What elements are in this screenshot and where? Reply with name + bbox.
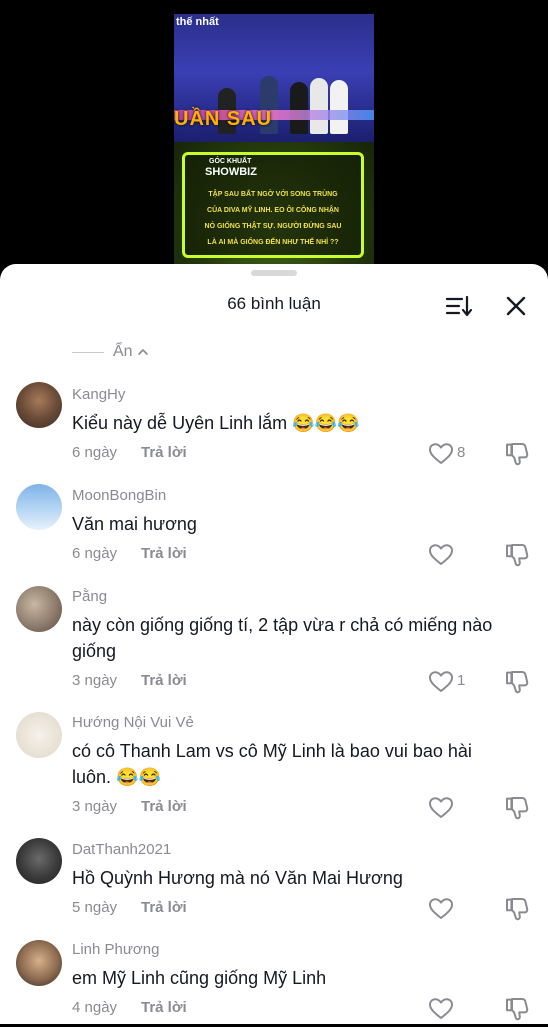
comment-text: em Mỹ Linh cũng giống Mỹ Linh (72, 968, 327, 988)
sort-icon (445, 295, 473, 317)
comment-date: 5 ngày (72, 899, 118, 916)
reply-button[interactable]: Trả lời (141, 672, 187, 689)
overlay-big-title: SHOWBIZ (205, 166, 257, 178)
heart-icon[interactable] (428, 442, 454, 466)
video-stage-scene: thế nhất UẦN SAU (174, 14, 374, 142)
like-count: 1 (457, 672, 466, 689)
comment-text: này còn giống giống tí, 2 tập vừa r chả … (72, 615, 493, 661)
sort-button[interactable] (445, 294, 473, 318)
person-figure (310, 78, 328, 134)
person-figure (290, 82, 308, 134)
avatar[interactable] (16, 838, 62, 884)
heart-icon[interactable] (428, 796, 454, 820)
dislike-icon[interactable] (504, 441, 530, 467)
reply-button[interactable]: Trả lời (141, 545, 187, 562)
close-button[interactable] (504, 294, 528, 318)
comment-username[interactable]: DatThanh2021 (72, 841, 171, 858)
comment-username[interactable]: MoonBongBin (72, 487, 166, 504)
video-big-caption: UẦN SAU (174, 108, 273, 130)
video-top-caption: thế nhất (176, 16, 219, 28)
divider (72, 351, 104, 353)
video-overlay-panel: GÓC KHUẤT SHOWBIZ TẬP SAU BẤT NGỜ VỚI SO… (174, 142, 374, 280)
overlay-line: TẬP SAU BẤT NGỜ VỚI SONG TRÙNG (208, 191, 338, 198)
dislike-icon[interactable] (504, 542, 530, 568)
reply-button[interactable]: Trả lời (141, 999, 187, 1016)
heart-icon[interactable] (428, 543, 454, 567)
heart-icon[interactable] (428, 670, 454, 694)
like-count: 8 (457, 444, 466, 461)
comment-text: Văn mai hương (72, 514, 197, 534)
comment-date: 4 ngày (72, 999, 118, 1016)
avatar[interactable] (16, 382, 62, 428)
dislike-icon[interactable] (504, 896, 530, 922)
overlay-line: NÓ GIỐNG THẬT SỰ. NGƯỜI ĐỨNG SAU (204, 223, 342, 230)
reply-button[interactable]: Trả lời (141, 899, 187, 916)
comment-date: 6 ngày (72, 545, 118, 562)
reply-button[interactable]: Trả lời (141, 798, 187, 815)
avatar[interactable] (16, 940, 62, 986)
comment-username[interactable]: Hướng Nội Vui Vẻ (72, 714, 194, 731)
avatar[interactable] (16, 586, 62, 632)
overlay-box: GÓC KHUẤT SHOWBIZ TẬP SAU BẤT NGỜ VỚI SO… (182, 152, 364, 258)
comment-text: có cô Thanh Lam vs cô Mỹ Linh là bao vui… (72, 741, 472, 787)
avatar[interactable] (16, 484, 62, 530)
comment-text: Kiểu này dễ Uyên Linh lắm 😂😂😂 (72, 413, 360, 433)
video-frame: thế nhất UẦN SAU GÓC KHUẤT SHOWBIZ TẬP S… (174, 14, 374, 280)
comment-username[interactable]: Linh Phương (72, 941, 159, 958)
reply-button[interactable]: Trả lời (141, 444, 187, 461)
close-icon (506, 296, 526, 316)
dislike-icon[interactable] (504, 669, 530, 695)
drag-handle[interactable] (251, 270, 297, 276)
hide-label: Ẩn (113, 343, 133, 360)
dislike-icon[interactable] (504, 996, 530, 1022)
heart-icon[interactable] (428, 897, 454, 921)
overlay-line: CỦA DIVA MỸ LINH. EO ÔI CÔNG NHẬN (207, 207, 339, 214)
avatar[interactable] (16, 712, 62, 758)
comment-date: 3 ngày (72, 798, 118, 815)
comment-text: Hồ Quỳnh Hương mà nó Văn Mai Hương (72, 868, 403, 888)
person-figure (330, 80, 348, 134)
chevron-up-icon (137, 349, 148, 355)
overlay-small-title: GÓC KHUẤT (209, 158, 252, 165)
video-preview[interactable]: thế nhất UẦN SAU GÓC KHUẤT SHOWBIZ TẬP S… (0, 0, 548, 280)
dislike-icon[interactable] (504, 795, 530, 821)
comment-username[interactable]: KangHy (72, 386, 125, 403)
overlay-line: LÀ AI MÀ GIỐNG ĐẾN NHƯ THẾ NHỈ ?? (207, 239, 339, 246)
comment-date: 6 ngày (72, 444, 118, 461)
heart-icon[interactable] (428, 997, 454, 1021)
hide-replies-toggle[interactable]: Ẩn (72, 342, 150, 362)
comment-username[interactable]: Pằng (72, 588, 107, 605)
comment-date: 3 ngày (72, 672, 118, 689)
